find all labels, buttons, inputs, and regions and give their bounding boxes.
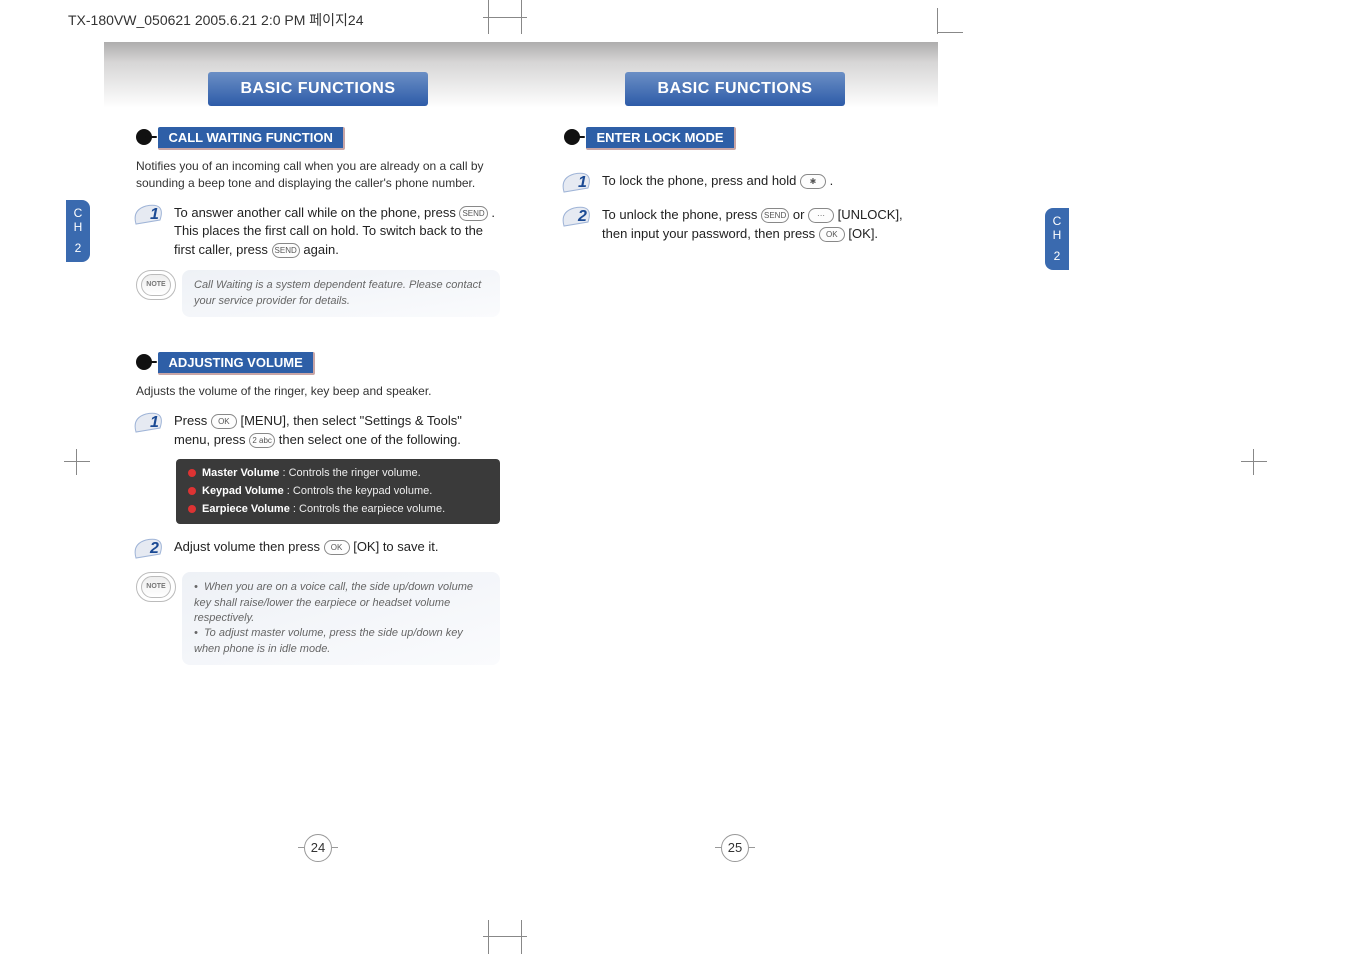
chapter-tab-line: H xyxy=(66,220,90,234)
ok-key-icon: OK xyxy=(819,227,845,242)
page-left: BASIC FUNCTIONS CALL WAITING FUNCTION No… xyxy=(104,36,532,868)
text-fragment: [OK]. xyxy=(848,226,878,241)
page-spread: BASIC FUNCTIONS CALL WAITING FUNCTION No… xyxy=(104,36,938,868)
list-item: Keypad Volume : Controls the keypad volu… xyxy=(188,483,488,501)
page-title: BASIC FUNCTIONS xyxy=(625,72,845,106)
item-desc: : Controls the ringer volume. xyxy=(279,467,420,479)
list-item: Earpiece Volume : Controls the earpiece … xyxy=(188,501,488,519)
section-bullet-icon xyxy=(136,354,152,370)
note-icon: NOTE xyxy=(136,572,178,602)
step-number-badge: 1 xyxy=(136,412,166,436)
item-desc: : Controls the earpiece volume. xyxy=(290,503,445,515)
chapter-tab-line: 2 xyxy=(1045,249,1069,263)
step-number-badge: 1 xyxy=(136,204,166,228)
section-label: ENTER LOCK MODE xyxy=(586,127,735,150)
section-label: CALL WAITING FUNCTION xyxy=(158,127,344,150)
note-bullet: • To adjust master volume, press the sid… xyxy=(194,626,488,657)
text-fragment: To answer another call while on the phon… xyxy=(174,205,459,220)
step-text: To lock the phone, press and hold ✱ . xyxy=(602,172,833,191)
step: 1 Press OK [MENU], then select "Settings… xyxy=(136,412,500,450)
list-item: Master Volume : Controls the ringer volu… xyxy=(188,465,488,483)
title-bar: BASIC FUNCTIONS xyxy=(532,42,938,108)
note-icon: NOTE xyxy=(136,270,178,300)
crop-mark-right xyxy=(1241,449,1267,475)
text-fragment: To unlock the phone, press xyxy=(602,207,761,222)
text-fragment: Adjust volume then press xyxy=(174,539,324,554)
star-key-icon: ✱ xyxy=(800,174,826,189)
two-key-icon: 2 abc xyxy=(249,433,275,448)
note-line: When you are on a voice call, the side u… xyxy=(194,581,473,624)
step-number: 1 xyxy=(150,414,159,432)
item-title: Earpiece Volume xyxy=(202,503,290,515)
section-label: ADJUSTING VOLUME xyxy=(158,352,314,375)
section-description: Notifies you of an incoming call when yo… xyxy=(136,158,500,192)
print-header: TX-180VW_050621 2005.6.21 2:0 PM 페이지24 xyxy=(68,10,363,30)
text-fragment: Press xyxy=(174,413,211,428)
step-number-badge: 2 xyxy=(564,206,594,230)
note: NOTE • When you are on a voice call, the… xyxy=(136,572,500,665)
send-key-icon: SEND xyxy=(459,206,487,221)
step-number: 2 xyxy=(150,540,159,558)
text-fragment: . xyxy=(830,173,834,188)
page-right: BASIC FUNCTIONS ENTER LOCK MODE 1 To loc… xyxy=(532,36,938,868)
step-text: To answer another call while on the phon… xyxy=(174,204,500,261)
bullet-icon xyxy=(188,487,196,495)
bullet-icon xyxy=(188,505,196,513)
note-text: Call Waiting is a system dependent featu… xyxy=(182,270,500,317)
chapter-tab: C H 2 xyxy=(66,200,90,262)
crop-mark-bottom xyxy=(488,920,522,954)
ok-key-icon: OK xyxy=(211,414,237,429)
volume-options-box: Master Volume : Controls the ringer volu… xyxy=(176,459,500,524)
chapter-tab-line: H xyxy=(1045,228,1069,242)
section-header: ENTER LOCK MODE xyxy=(564,126,906,150)
section-header: ADJUSTING VOLUME xyxy=(136,351,500,375)
step-text: Adjust volume then press OK [OK] to save… xyxy=(174,538,438,557)
crop-corner xyxy=(937,8,963,34)
chapter-tab-line: C xyxy=(66,206,90,220)
crop-mark-top xyxy=(488,0,522,34)
text-fragment: or xyxy=(793,207,808,222)
note-line: To adjust master volume, press the side … xyxy=(194,627,463,654)
section-bullet-icon xyxy=(136,129,152,145)
step: 2 To unlock the phone, press SEND or ···… xyxy=(564,206,906,244)
chapter-tab-line: 2 xyxy=(66,241,90,255)
note: NOTE Call Waiting is a system dependent … xyxy=(136,270,500,317)
note-text: • When you are on a voice call, the side… xyxy=(182,572,500,665)
send-key-icon: SEND xyxy=(761,208,789,223)
step-text: To unlock the phone, press SEND or ··· [… xyxy=(602,206,906,244)
step: 1 To lock the phone, press and hold ✱ . xyxy=(564,172,906,196)
bullet-icon xyxy=(188,469,196,477)
item-title: Keypad Volume xyxy=(202,485,284,497)
text-fragment: then select one of the following. xyxy=(279,432,461,447)
title-bar: BASIC FUNCTIONS xyxy=(104,42,532,108)
crop-mark-left xyxy=(64,449,90,475)
step: 2 Adjust volume then press OK [OK] to sa… xyxy=(136,538,500,562)
step-number: 2 xyxy=(578,208,587,226)
step-text: Press OK [MENU], then select "Settings &… xyxy=(174,412,500,450)
chapter-tab: C H 2 xyxy=(1045,208,1069,270)
send-key-icon: SEND xyxy=(272,243,300,258)
text-fragment: [OK] to save it. xyxy=(353,539,438,554)
item-desc: : Controls the keypad volume. xyxy=(284,485,433,497)
softkey-icon: ··· xyxy=(808,208,834,223)
section-bullet-icon xyxy=(564,129,580,145)
page-number: 25 xyxy=(721,834,749,862)
step-number-badge: 2 xyxy=(136,538,166,562)
ok-key-icon: OK xyxy=(324,540,350,555)
step-number: 1 xyxy=(150,206,159,224)
step-number-badge: 1 xyxy=(564,172,594,196)
text-fragment: To lock the phone, press and hold xyxy=(602,173,800,188)
step-number: 1 xyxy=(578,174,587,192)
chapter-tab-line: C xyxy=(1045,214,1069,228)
page-title: BASIC FUNCTIONS xyxy=(208,72,428,106)
note-bullet: • When you are on a voice call, the side… xyxy=(194,580,488,626)
text-fragment: again. xyxy=(303,242,338,257)
section-header: CALL WAITING FUNCTION xyxy=(136,126,500,150)
page-number: 24 xyxy=(304,834,332,862)
item-title: Master Volume xyxy=(202,467,279,479)
step: 1 To answer another call while on the ph… xyxy=(136,204,500,261)
section-description: Adjusts the volume of the ringer, key be… xyxy=(136,383,500,400)
